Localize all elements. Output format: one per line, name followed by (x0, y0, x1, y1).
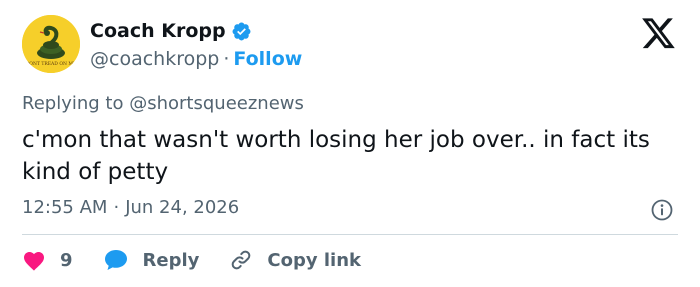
tweet-card: DONT TREAD ON ME Coach Kropp @coachkropp… (0, 0, 700, 287)
handle-row: @coachkropp · Follow (90, 48, 302, 70)
gadsden-snake-icon: DONT TREAD ON ME (22, 15, 80, 73)
reply-context: Replying to @shortsqueeznews (22, 93, 304, 114)
handle-separator: · (223, 48, 230, 70)
follow-button[interactable]: Follow (233, 48, 302, 70)
heart-icon (24, 252, 44, 271)
tweet-text: c'mon that wasn't worth losing her job o… (22, 127, 650, 185)
like-count: 9 (60, 249, 73, 271)
handle[interactable]: @coachkropp (90, 48, 219, 70)
info-icon[interactable] (650, 198, 674, 222)
speech-bubble-icon (104, 250, 127, 270)
like-button[interactable]: 9 (22, 249, 73, 271)
tweet-date: Jun 24, 2026 (125, 197, 240, 218)
tweet-timestamp[interactable]: 12:55 AM · Jun 24, 2026 (22, 197, 239, 218)
link-icon (232, 250, 251, 270)
action-bar: 9 Reply Copy link (22, 246, 361, 274)
author-name-row: Coach Kropp (90, 20, 252, 42)
reply-label: Reply (142, 249, 200, 271)
avatar[interactable]: DONT TREAD ON ME (22, 15, 80, 73)
verified-badge-icon (231, 21, 252, 42)
reply-button[interactable]: Reply (103, 248, 200, 272)
replying-prefix: Replying to (22, 93, 124, 114)
divider (22, 234, 678, 235)
reply-mention-link[interactable]: @shortsqueeznews (129, 93, 304, 114)
display-name[interactable]: Coach Kropp (90, 20, 226, 42)
x-logo-icon[interactable] (642, 18, 676, 50)
timestamp-separator: · (113, 197, 120, 218)
copy-link-label: Copy link (267, 249, 361, 271)
avatar-motto: DONT TREAD ON ME (26, 61, 77, 67)
tweet-time: 12:55 AM (22, 197, 108, 218)
copy-link-button[interactable]: Copy link (229, 248, 361, 272)
